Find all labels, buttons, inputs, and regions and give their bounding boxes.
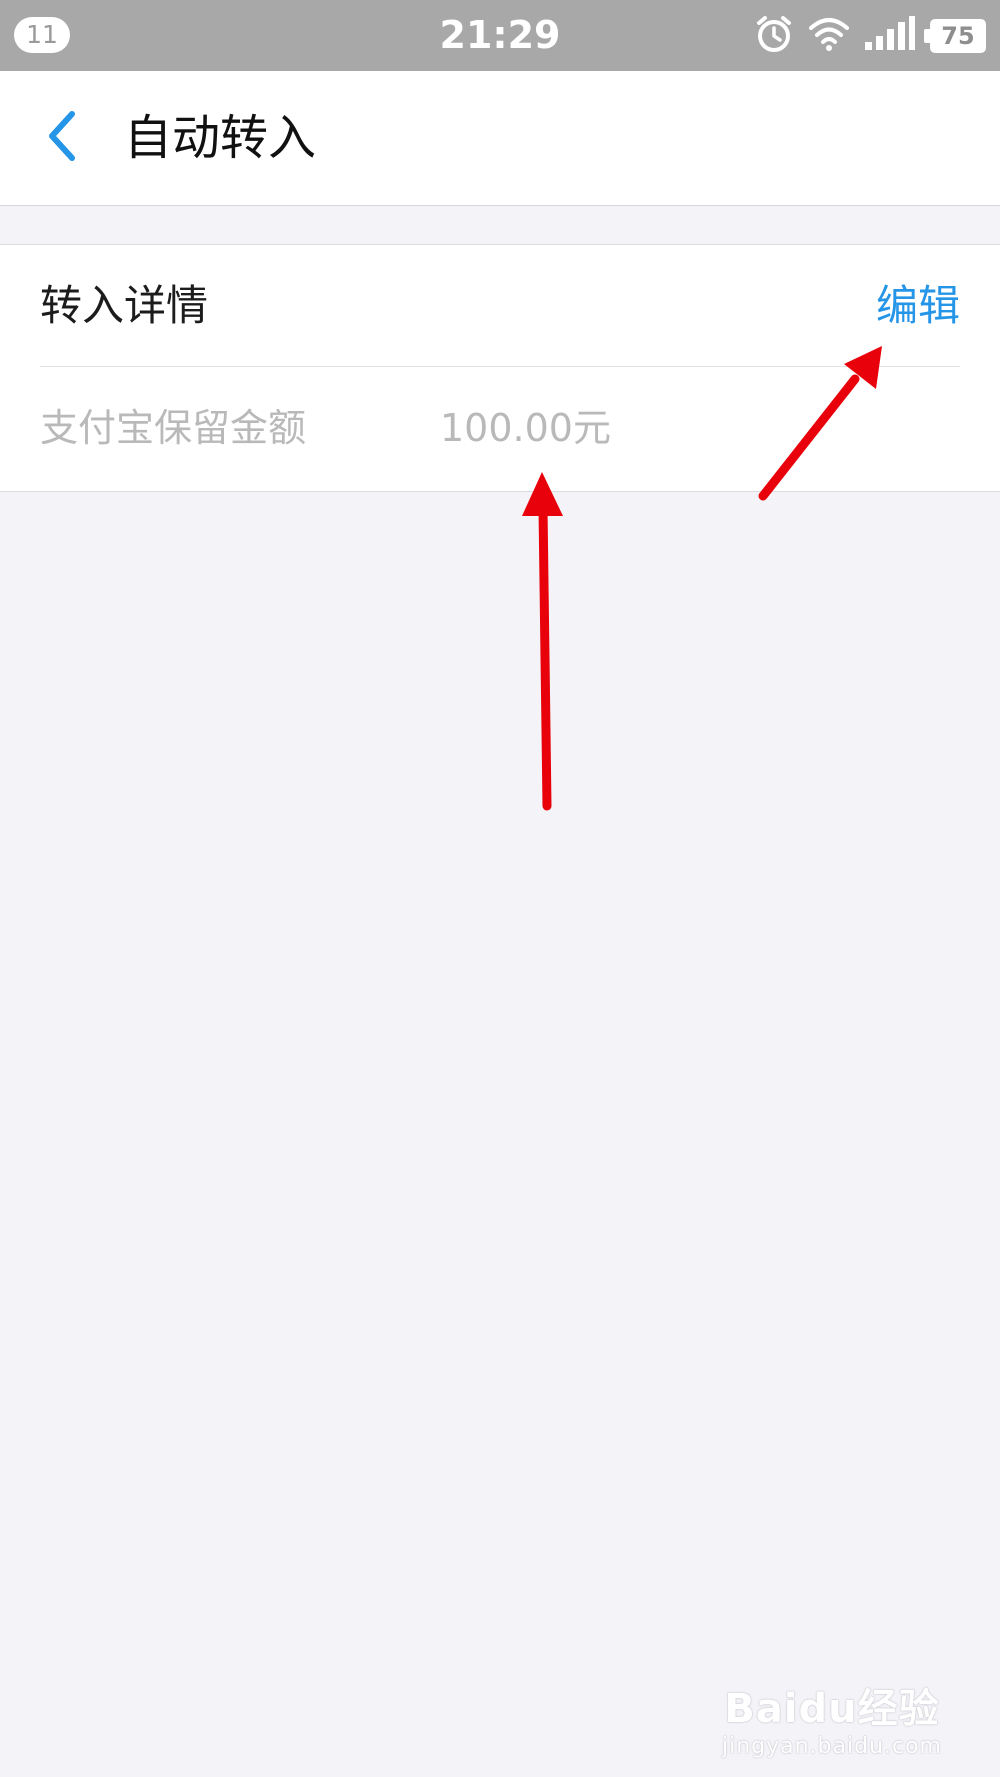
list-item: 支付宝保留金额 100.00元 (0, 367, 1000, 490)
screen: 11 21:29 75 自动转入 转入详情 编辑 支付宝保留金额 100.00元… (0, 0, 1000, 1777)
status-icons: 75 (754, 14, 986, 58)
chevron-left-icon (44, 110, 80, 166)
back-button[interactable] (30, 106, 94, 170)
annotation-arrow-value (522, 472, 563, 811)
section-title: 转入详情 (40, 281, 209, 330)
alarm-icon (754, 14, 794, 58)
watermark-logo: Baidu经验 (724, 1686, 940, 1732)
nav-bar: 自动转入 (0, 71, 1000, 206)
signal-icon (864, 16, 916, 56)
reserved-amount-value: 100.00元 (440, 406, 611, 450)
reserved-amount-label: 支付宝保留金额 (40, 406, 307, 450)
watermark-url: jingyan.baidu.com (721, 1734, 942, 1759)
watermark: Baidu经验 jingyan.baidu.com (722, 1676, 942, 1759)
page-title: 自动转入 (124, 110, 317, 166)
wifi-icon (808, 16, 850, 56)
edit-button[interactable]: 编辑 (876, 245, 960, 366)
notification-badge: 11 (14, 17, 70, 53)
battery-icon: 75 (924, 19, 986, 53)
status-bar: 11 21:29 75 (0, 0, 1000, 71)
card-header: 转入详情 编辑 (0, 245, 1000, 366)
transfer-details-card: 转入详情 编辑 支付宝保留金额 100.00元 (0, 244, 1000, 492)
